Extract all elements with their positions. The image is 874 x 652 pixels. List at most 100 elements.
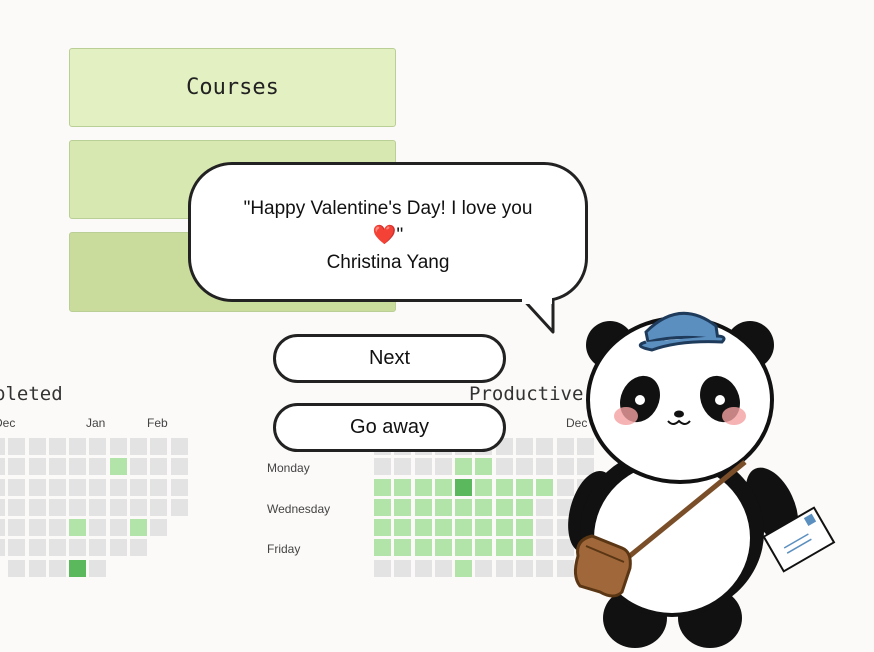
heatmap-cell xyxy=(374,458,391,476)
heatmap-cell xyxy=(536,498,554,516)
heatmap-cell xyxy=(475,458,493,476)
heatmap-cell xyxy=(0,438,5,455)
day-label-friday: Friday xyxy=(267,542,301,556)
heatmap-cell xyxy=(455,539,473,557)
heatmap-cell xyxy=(48,539,66,557)
next-button[interactable]: Next xyxy=(273,334,506,383)
heatmap-cell xyxy=(394,498,412,516)
heatmap-cell xyxy=(414,559,432,577)
heatmap-cell xyxy=(8,539,26,557)
heatmap-cell xyxy=(69,438,87,455)
heatmap-cell xyxy=(130,438,148,455)
heatmap-cell xyxy=(374,498,391,516)
quote-author: Christina Yang xyxy=(326,252,450,273)
heatmap-cell xyxy=(170,498,188,516)
heatmap-cell xyxy=(8,458,26,476)
heatmap-cell xyxy=(8,498,26,516)
heatmap-cell xyxy=(69,519,87,537)
heatmap-cell xyxy=(130,458,148,476)
heatmap-cell xyxy=(516,539,534,557)
heatmap-cell xyxy=(394,539,412,557)
quote-line1: "Happy Valentine's Day! I love you xyxy=(243,198,533,219)
heatmap-cell xyxy=(171,560,188,577)
heatmap-cell xyxy=(150,478,168,496)
heatmap-cell xyxy=(130,519,148,537)
heatmap-cell xyxy=(8,478,26,496)
heatmap-cell xyxy=(89,539,107,557)
heatmap-cell xyxy=(536,478,554,496)
heatmap-cell xyxy=(495,559,513,577)
heatmap-cell xyxy=(28,458,46,476)
heatmap-cell xyxy=(0,498,5,516)
heatmap-cell xyxy=(536,519,554,537)
heatmap-cell xyxy=(0,560,5,577)
heatmap-cell xyxy=(516,458,534,476)
heatmap-cell xyxy=(455,519,473,537)
heatmap-cell xyxy=(69,539,87,557)
heatmap-cell xyxy=(8,519,26,537)
heatmap-cell xyxy=(28,498,46,516)
heatmap-cell xyxy=(516,498,534,516)
heatmap-cell xyxy=(109,438,127,455)
heatmap-cell xyxy=(516,559,534,577)
heatmap-cell xyxy=(48,438,66,455)
heatmap-cell xyxy=(516,438,534,455)
left-section-title: pleted xyxy=(0,383,63,405)
heatmap-cell xyxy=(414,539,432,557)
heatmap-cell xyxy=(170,438,188,455)
heatmap-cell xyxy=(455,478,473,496)
heatmap-cell xyxy=(516,478,534,496)
heatmap-cell xyxy=(48,458,66,476)
heatmap-cell xyxy=(434,458,452,476)
heatmap-cell xyxy=(171,539,188,556)
heatmap-cell xyxy=(69,458,87,476)
heatmap-cell xyxy=(69,478,87,496)
heatmap-cell xyxy=(170,458,188,476)
heatmap-cell xyxy=(475,539,493,557)
heatmap-cell xyxy=(475,478,493,496)
heatmap-cell xyxy=(475,519,493,537)
heatmap-cell xyxy=(89,519,107,537)
heatmap-cell xyxy=(150,519,168,537)
heatmap-cell xyxy=(455,559,473,577)
heatmap-cell xyxy=(28,438,46,455)
heatmap-cell xyxy=(150,560,167,577)
heatmap-cell xyxy=(89,478,107,496)
heatmap-cell xyxy=(28,559,46,577)
heatmap-cell xyxy=(171,519,188,536)
heatmap-cell xyxy=(150,539,167,556)
quote-line2: ❤️" xyxy=(191,222,585,249)
heatmap-cell xyxy=(170,478,188,496)
heatmap-cell xyxy=(536,539,554,557)
heatmap-cell xyxy=(475,559,493,577)
heatmap-cell xyxy=(495,478,513,496)
heatmap-cell xyxy=(8,438,26,455)
heatmap-cell xyxy=(0,539,5,557)
heatmap-cell xyxy=(455,498,473,516)
heatmap-cell xyxy=(89,498,107,516)
heatmap-cell xyxy=(109,458,127,476)
heatmap-cell xyxy=(89,458,107,476)
heatmap-cell xyxy=(475,498,493,516)
day-label-monday: Monday xyxy=(267,461,310,475)
heatmap-cell xyxy=(8,559,26,577)
heatmap-cell xyxy=(434,559,452,577)
heatmap-cell xyxy=(374,478,391,496)
heatmap-cell xyxy=(28,519,46,537)
heatmap-cell xyxy=(394,478,412,496)
quote-close: " xyxy=(396,225,404,246)
heatmap-cell xyxy=(130,560,147,577)
heatmap-cell xyxy=(110,560,127,577)
heatmap-cell xyxy=(434,498,452,516)
heart-icon: ❤️ xyxy=(372,225,397,246)
heatmap-cell xyxy=(394,559,412,577)
heatmap-cell xyxy=(69,498,87,516)
go-away-button[interactable]: Go away xyxy=(273,403,506,452)
heatmap-cell xyxy=(48,559,66,577)
heatmap-cell xyxy=(109,478,127,496)
heatmap-cell xyxy=(48,498,66,516)
courses-button[interactable]: Courses xyxy=(69,48,396,127)
panda-mailcarrier-icon xyxy=(568,312,836,648)
heatmap-cell xyxy=(394,519,412,537)
heatmap-cell xyxy=(89,438,107,455)
